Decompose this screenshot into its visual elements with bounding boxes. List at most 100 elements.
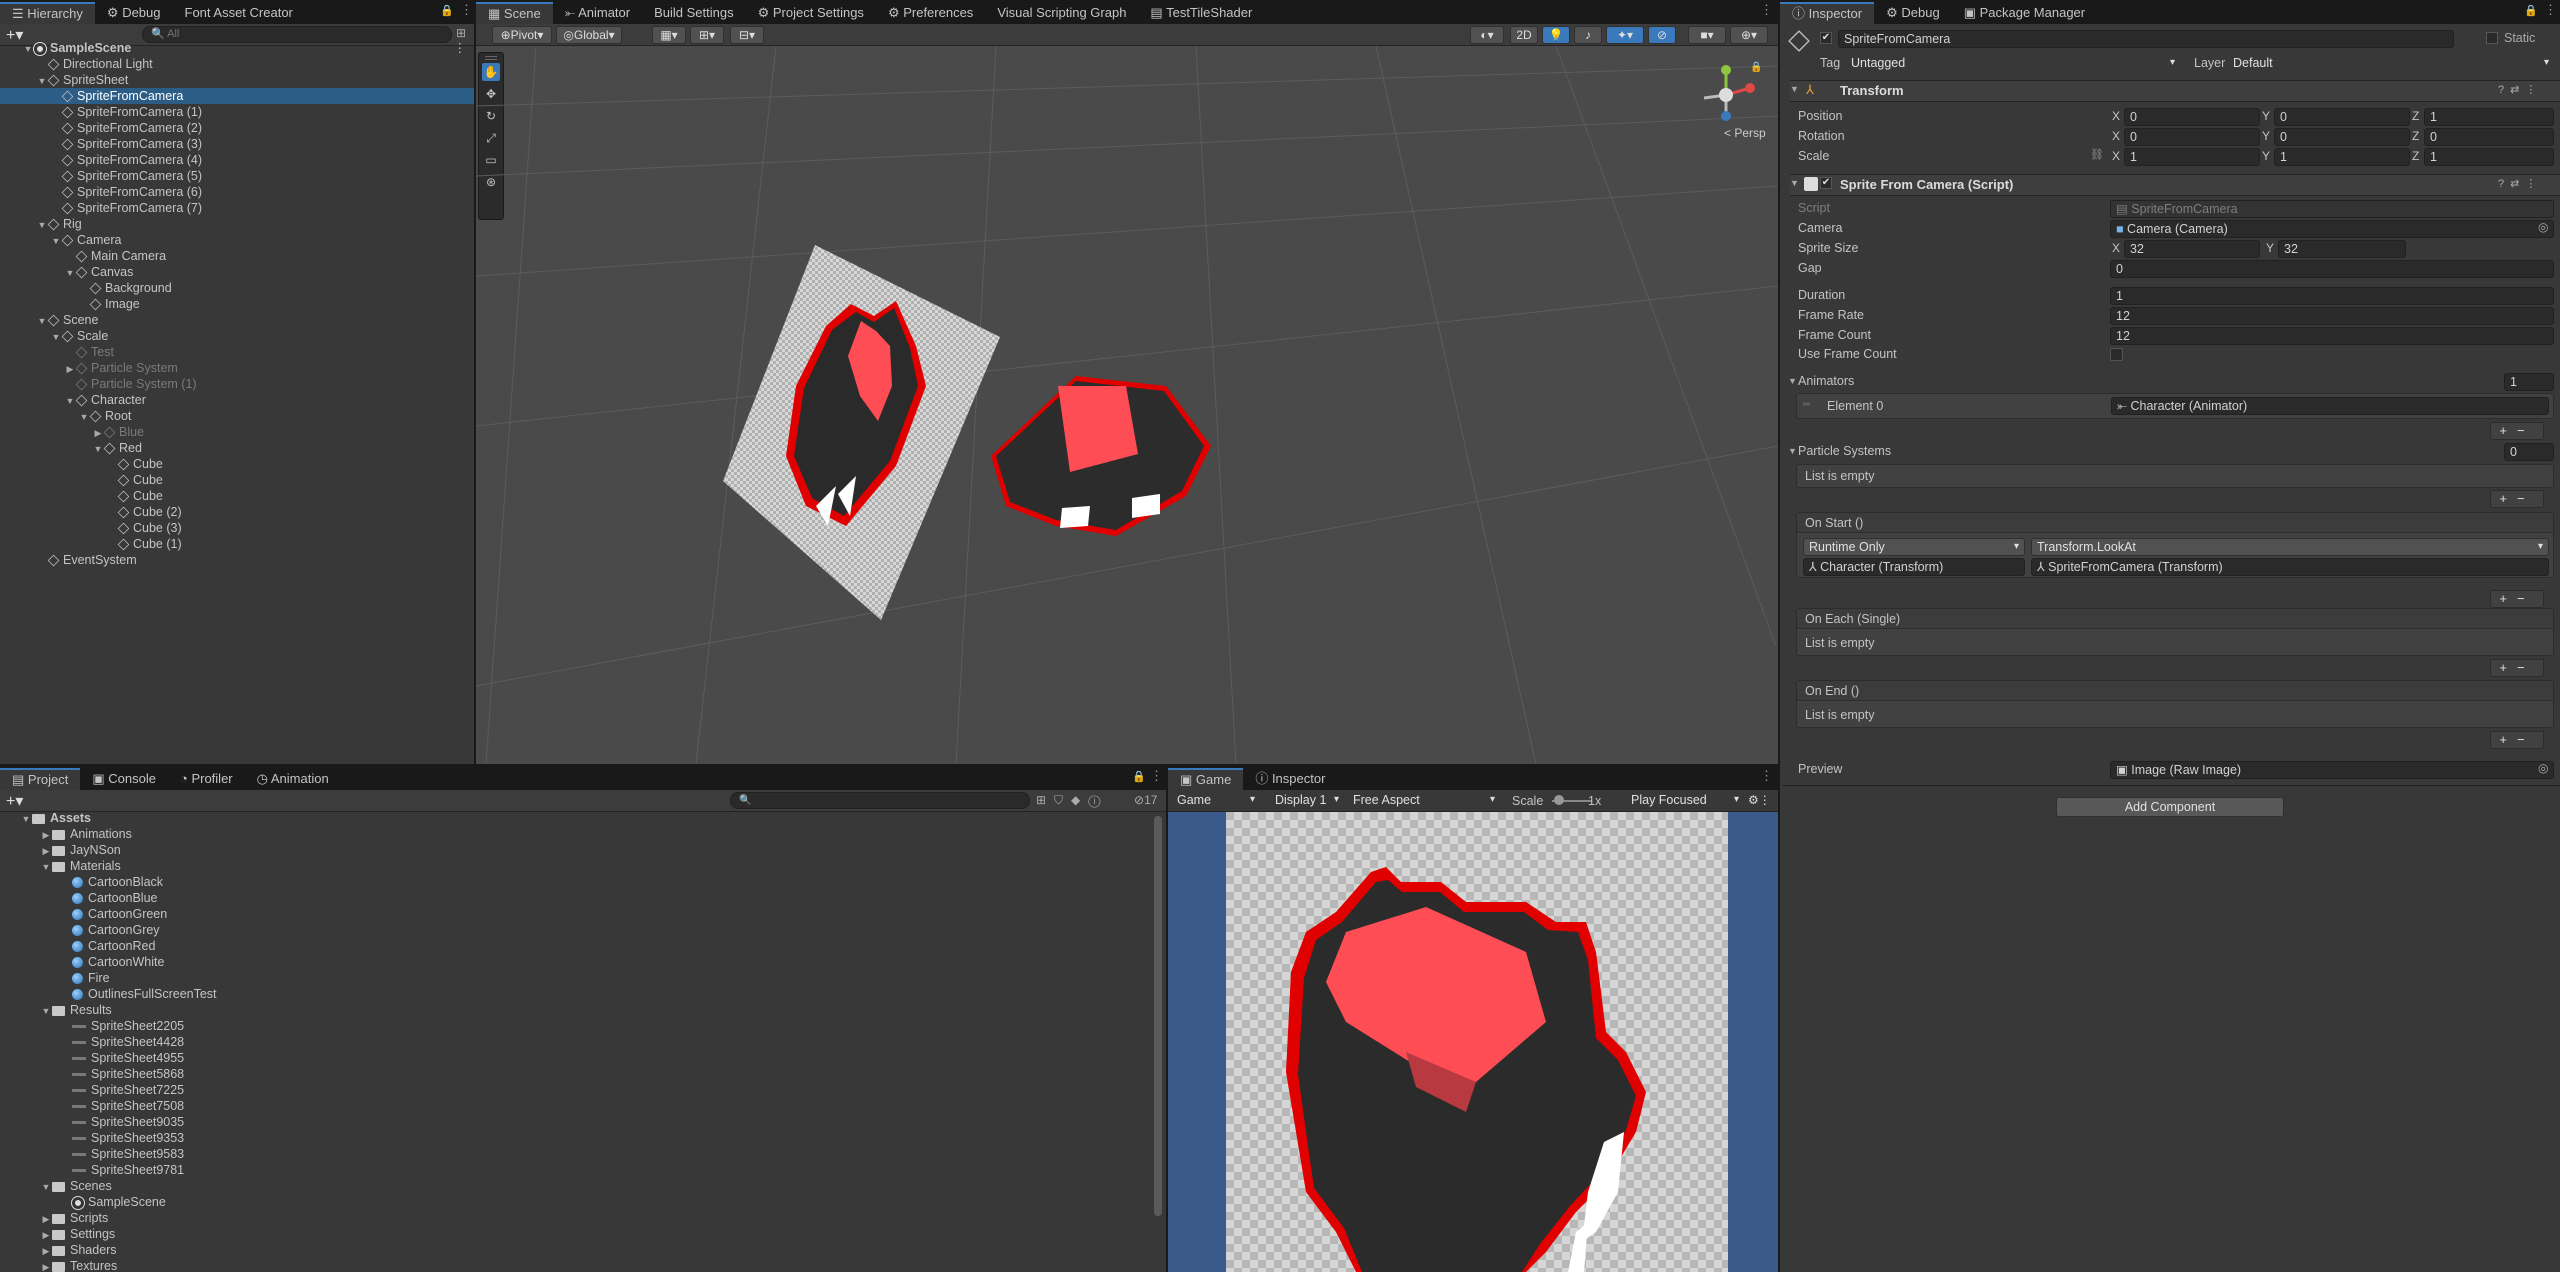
project-search-input[interactable]: 🔍	[730, 792, 1030, 809]
project-row[interactable]: CartoonBlack	[0, 874, 1150, 890]
tab-test-tile-shader[interactable]: ▤ TestTileShader	[1138, 2, 1264, 24]
hierarchy-row[interactable]: Background	[0, 280, 474, 296]
foldout-arrow-icon[interactable]: ▶	[40, 1227, 52, 1243]
hierarchy-row[interactable]: EventSystem	[0, 552, 474, 568]
animators-foldout-icon[interactable]: ▼	[1788, 376, 1797, 386]
on-start-add-remove-buttons[interactable]: +−	[2490, 590, 2544, 608]
tab-profiler[interactable]: ◔ Profiler	[168, 768, 245, 790]
use-frame-count-checkbox[interactable]	[2110, 348, 2123, 361]
project-row[interactable]: ▼ Assets	[0, 810, 1150, 826]
hierarchy-row[interactable]: Cube (1)	[0, 536, 474, 552]
display-dropdown[interactable]: Display 1	[1270, 792, 1344, 810]
scene-canvas[interactable]	[476, 46, 1778, 764]
hierarchy-row[interactable]: Cube	[0, 488, 474, 504]
foldout-arrow-icon[interactable]: ▼	[40, 1003, 52, 1019]
search-options-icon[interactable]: ⊞	[456, 26, 466, 40]
draw-mode-button[interactable]: ◐▾	[1470, 26, 1504, 44]
sprite-foldout-icon[interactable]: ▼	[1790, 178, 1799, 188]
foldout-arrow-icon[interactable]: ▼	[20, 811, 32, 827]
foldout-arrow-icon[interactable]: ▼	[36, 313, 48, 329]
hierarchy-row[interactable]: Test	[0, 344, 474, 360]
tab-console[interactable]: ▣ Console	[80, 768, 168, 790]
foldout-arrow-icon[interactable]: ▶	[40, 1211, 52, 1227]
object-name-field[interactable]: SpriteFromCamera	[1838, 30, 2454, 48]
foldout-arrow-icon[interactable]: ▼	[40, 1179, 52, 1195]
foldout-arrow-icon[interactable]: ▼	[22, 41, 34, 57]
camera-picker-icon[interactable]: ◎	[2538, 220, 2548, 234]
hierarchy-row[interactable]: Image	[0, 296, 474, 312]
sprite-quad[interactable]	[723, 245, 1000, 620]
project-row[interactable]: ▶ Settings	[0, 1226, 1150, 1242]
tab-game[interactable]: ▣ Game	[1168, 768, 1244, 790]
hierarchy-row[interactable]: ▼ Scene	[0, 312, 474, 328]
duration-field[interactable]: 1	[2110, 287, 2554, 305]
game-more-icon[interactable]: ⋮	[1760, 768, 1773, 784]
grid-snap-button[interactable]: ▦▾	[652, 26, 686, 44]
foldout-arrow-icon[interactable]: ▶	[64, 361, 76, 377]
drag-handle-icon[interactable]: ═	[1803, 399, 1810, 410]
project-more-icon[interactable]: ⋮	[1150, 768, 1163, 784]
project-row[interactable]: SpriteSheet9781	[0, 1162, 1150, 1178]
audio-toggle[interactable]: ♪	[1574, 26, 1602, 44]
more-menu-icon[interactable]: ⋮	[460, 2, 473, 18]
constrain-proportions-icon[interactable]: ⛓	[2090, 148, 2104, 161]
preview-picker-icon[interactable]: ◎	[2538, 761, 2548, 775]
project-row[interactable]: SpriteSheet7225	[0, 1082, 1150, 1098]
foldout-arrow-icon[interactable]: ▶	[92, 425, 104, 441]
scene-view[interactable]: ⊕Pivot▾ ◎Global▾ ▦▾ ⊞▾ ⊟▾ ◐▾ 2D 💡 ♪ ✦▾ ⊘…	[476, 24, 1778, 764]
sprite-help-icon[interactable]: ?⇄⋮	[2498, 177, 2542, 190]
gizmos-button[interactable]: ⊕▾	[1730, 26, 1768, 44]
hierarchy-row[interactable]: ▶ Blue	[0, 424, 474, 440]
project-row[interactable]: CartoonRed	[0, 938, 1150, 954]
project-row[interactable]: SampleScene	[0, 1194, 1150, 1210]
project-row[interactable]: Fire	[0, 970, 1150, 986]
position-z-field[interactable]: 1	[2424, 108, 2554, 126]
particle-foldout-icon[interactable]: ▼	[1788, 446, 1797, 456]
hierarchy-row[interactable]: ▼ Scale	[0, 328, 474, 344]
static-checkbox[interactable]	[2486, 32, 2498, 44]
tab-visual-scripting[interactable]: Visual Scripting Graph	[985, 2, 1138, 24]
project-scrollbar[interactable]	[1154, 816, 1162, 1216]
increment-snap-button[interactable]: ⊟▾	[730, 26, 764, 44]
camera-settings-button[interactable]: ■▾	[1688, 26, 1726, 44]
tab-font-asset-creator[interactable]: Font Asset Creator	[173, 2, 305, 24]
foldout-arrow-icon[interactable]: ▶	[40, 1243, 52, 1259]
foldout-arrow-icon[interactable]: ▼	[64, 265, 76, 281]
rotation-z-field[interactable]: 0	[2424, 128, 2554, 146]
scene-more-icon[interactable]: ⋮	[1760, 2, 1773, 18]
hierarchy-row[interactable]: ▼ Red	[0, 440, 474, 456]
tab-project[interactable]: ▤ Project	[0, 768, 81, 790]
hierarchy-row[interactable]: SpriteFromCamera (2)	[0, 120, 474, 136]
hierarchy-row[interactable]: Particle System (1)	[0, 376, 474, 392]
project-row[interactable]: SpriteSheet4428	[0, 1034, 1150, 1050]
perspective-label[interactable]: < Persp	[1724, 126, 1766, 140]
project-row[interactable]: ▶ JayNSon	[0, 842, 1150, 858]
hierarchy-row[interactable]: ▼ Root	[0, 408, 474, 424]
effects-toggle[interactable]: ✦▾	[1606, 26, 1644, 44]
scale-x-field[interactable]: 1	[2124, 148, 2260, 166]
tab-inspector-debug[interactable]: ⚙ Debug	[1874, 2, 1952, 24]
preview-field[interactable]: ▣ Image (Raw Image)	[2110, 761, 2554, 779]
project-row[interactable]: ▶ Shaders	[0, 1242, 1150, 1258]
sprite-enabled-checkbox[interactable]: ✔	[1820, 177, 1832, 189]
project-row[interactable]: ▶ Scripts	[0, 1210, 1150, 1226]
argument-field[interactable]: ⅄ SpriteFromCamera (Transform)	[2031, 558, 2549, 576]
tab-hierarchy[interactable]: ☰ Hierarchy	[0, 2, 95, 24]
tab-debug[interactable]: ⚙ Debug	[95, 2, 173, 24]
scale-z-field[interactable]: 1	[2424, 148, 2554, 166]
tab-inspector[interactable]: ⓘ Inspector	[1780, 2, 1875, 24]
project-row[interactable]: ▼ Materials	[0, 858, 1150, 874]
project-row[interactable]: CartoonWhite	[0, 954, 1150, 970]
inspector-lock-icon[interactable]: 🔒	[2524, 4, 2538, 17]
project-row[interactable]: CartoonBlue	[0, 890, 1150, 906]
frame-count-field[interactable]: 12	[2110, 327, 2554, 345]
hierarchy-row[interactable]: SpriteFromCamera (4)	[0, 152, 474, 168]
tab-project-settings[interactable]: ⚙ Project Settings	[746, 2, 876, 24]
animators-count-field[interactable]: 1	[2504, 373, 2554, 391]
tag-dropdown[interactable]: Untagged	[1846, 55, 2180, 73]
game-settings-icon[interactable]: ⚙⋮	[1748, 793, 1771, 807]
rotation-x-field[interactable]: 0	[2124, 128, 2260, 146]
hierarchy-row[interactable]: ▼ SampleScene ⋮	[0, 40, 474, 56]
on-each-add-remove-buttons[interactable]: +−	[2490, 659, 2544, 677]
project-row[interactable]: SpriteSheet7508	[0, 1098, 1150, 1114]
